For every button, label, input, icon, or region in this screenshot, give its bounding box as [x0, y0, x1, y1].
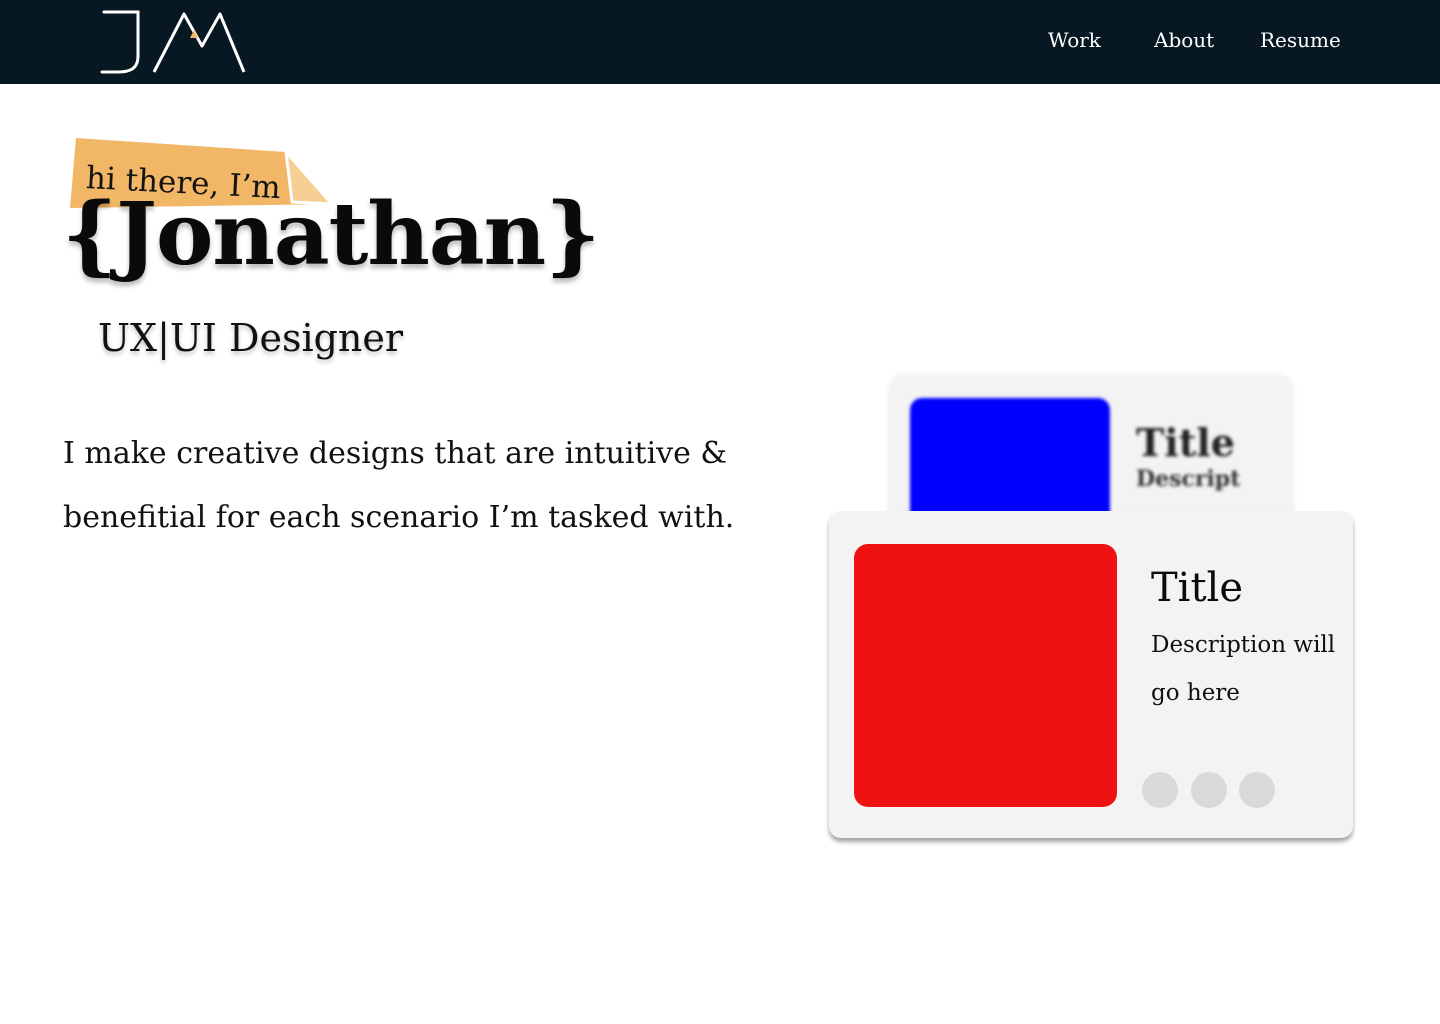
project-thumbnail	[854, 544, 1117, 807]
project-title: Title	[1136, 420, 1235, 465]
nav-link-work[interactable]: Work	[1048, 28, 1101, 52]
project-description: Descript	[1136, 466, 1241, 492]
carousel-dot-3[interactable]	[1239, 772, 1275, 808]
carousel-dot-1[interactable]	[1142, 772, 1178, 808]
carousel-dot-2[interactable]	[1191, 772, 1227, 808]
project-title: Title	[1151, 565, 1244, 611]
project-description: Description will go here	[1151, 632, 1336, 706]
top-navbar: Work About Resume	[0, 0, 1440, 84]
project-card-front[interactable]: Title Description will go here	[829, 511, 1353, 838]
nav-link-resume[interactable]: Resume	[1260, 28, 1341, 52]
logo-jm[interactable]	[98, 8, 248, 74]
hero-role: UX|UI Designer	[98, 316, 404, 360]
hero-name: {Jonathan}	[62, 184, 600, 285]
intro-paragraph: I make creative designs that are intuiti…	[63, 436, 735, 535]
nav-link-about[interactable]: About	[1154, 28, 1214, 52]
